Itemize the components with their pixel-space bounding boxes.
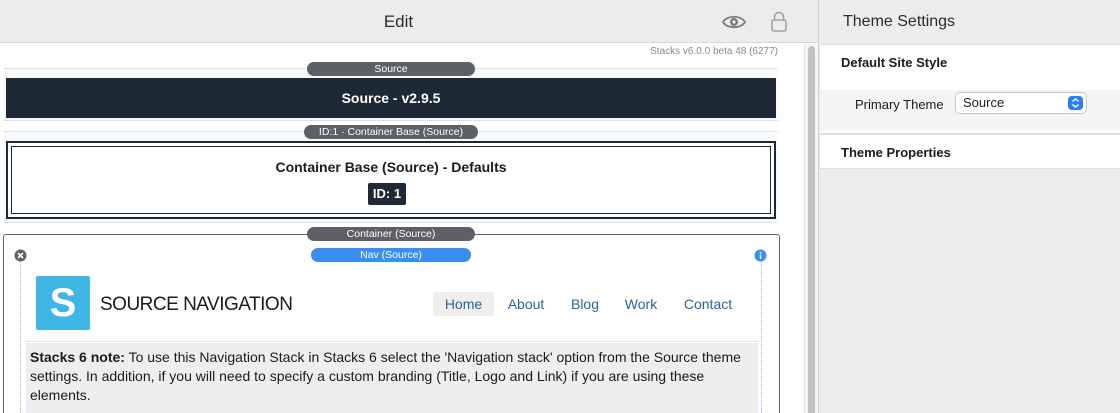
info-icon[interactable] [754, 249, 767, 262]
nav-link-blog[interactable]: Blog [566, 292, 604, 316]
lock-icon[interactable] [770, 11, 788, 32]
source-version-bar[interactable]: Source - v2.9.5 [6, 78, 776, 118]
container-pill[interactable]: Container (Source) [307, 227, 475, 241]
scroll-thumb[interactable] [808, 46, 815, 413]
primary-theme-label: Primary Theme [855, 97, 944, 112]
stacks-6-note: Stacks 6 note: To use this Navigation St… [26, 343, 758, 413]
note-bold-label: Stacks 6 note: [30, 349, 125, 365]
close-icon[interactable] [14, 249, 27, 262]
source-stack-pill[interactable]: Source [307, 62, 475, 76]
container-base-pill[interactable]: ID:1 · Container Base (Source) [304, 125, 478, 139]
container-base-stack[interactable]: Container Base (Source) - Defaults ID: 1 [6, 141, 776, 219]
edit-pane: Edit Stacks v6.0.0 beta 48 (6277) Source… [0, 0, 818, 413]
logo[interactable]: S [36, 276, 90, 330]
note-text: To use this Navigation Stack in Stacks 6… [30, 349, 741, 403]
theme-properties-section[interactable]: Theme Properties [820, 134, 1120, 169]
theme-settings-title: Theme Settings [843, 13, 956, 30]
nav-link-about[interactable]: About [503, 292, 549, 316]
eye-icon[interactable] [722, 12, 746, 32]
id-badge: ID: 1 [368, 183, 406, 205]
nav-link-home[interactable]: Home [433, 292, 494, 316]
nav-link-work[interactable]: Work [620, 292, 662, 316]
primary-theme-value: Source [963, 95, 1005, 110]
theme-properties-heading: Theme Properties [841, 145, 951, 160]
scrollbar[interactable] [804, 44, 818, 413]
nav-pill[interactable]: Nav (Source) [311, 248, 471, 262]
container-base-title: Container Base (Source) - Defaults [275, 159, 507, 175]
theme-settings-pane: Theme Settings Default Site Style Primar… [818, 0, 1120, 413]
brand-title[interactable]: SOURCE NAVIGATION [100, 294, 293, 316]
default-site-style-section: Default Site Style Primary Theme Source [820, 44, 1120, 134]
navigation-bar: S SOURCE NAVIGATION Home About Blog Work… [26, 264, 758, 342]
edit-title: Edit [383, 12, 414, 31]
stacks-version: Stacks v6.0.0 beta 48 (6277) [650, 46, 778, 57]
default-site-style-heading: Default Site Style [841, 55, 948, 70]
edit-header: Edit [0, 0, 818, 43]
nav-link-contact[interactable]: Contact [677, 292, 739, 316]
app-window: Edit Stacks v6.0.0 beta 48 (6277) Source… [0, 0, 1120, 413]
primary-theme-select[interactable]: Source [955, 92, 1087, 114]
chevron-up-down-icon [1068, 96, 1083, 110]
